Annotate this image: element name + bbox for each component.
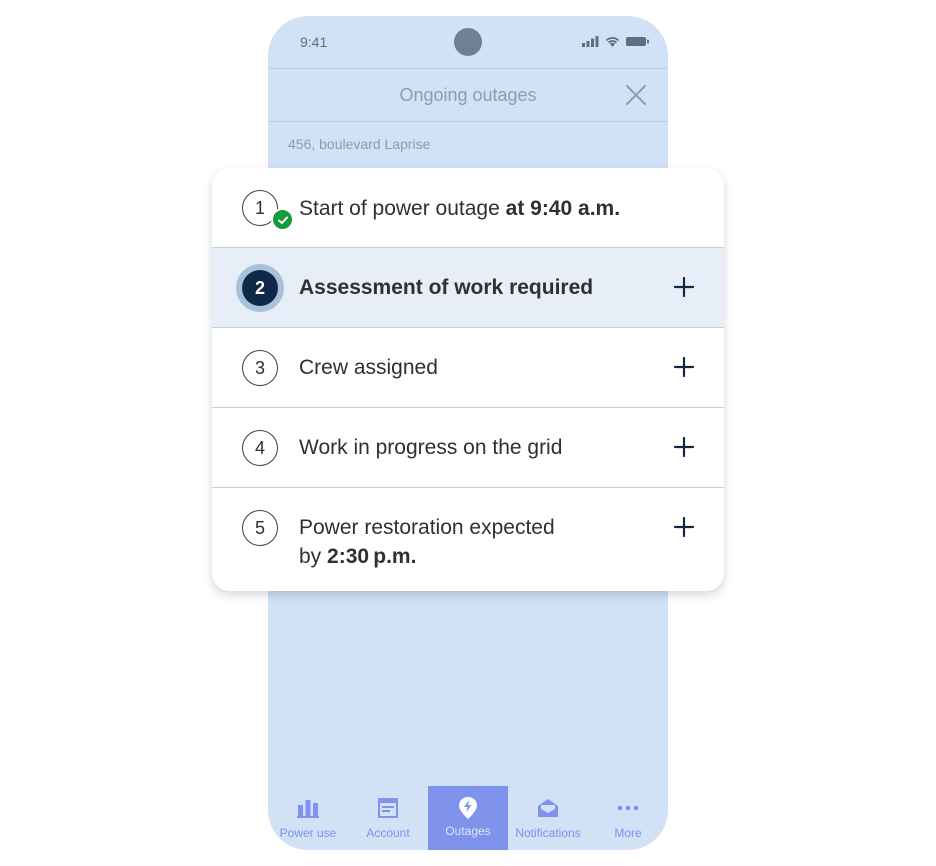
- step-label: Work in progress on the grid: [299, 436, 563, 459]
- envelope-icon: [538, 799, 558, 817]
- step-text-line2: by: [299, 545, 328, 568]
- tab-more[interactable]: More: [588, 786, 668, 850]
- step-power-restoration[interactable]: 5 Power restoration expected by 2:30 p.m…: [212, 488, 724, 591]
- step-text: Start of power outage: [299, 197, 506, 220]
- expand-plus-icon[interactable]: [674, 437, 694, 457]
- tab-label: Account: [366, 826, 410, 840]
- tab-power-use[interactable]: Power use: [268, 786, 348, 850]
- status-icons: [582, 36, 650, 47]
- signal-icon: [582, 36, 599, 47]
- battery-icon: [626, 37, 649, 46]
- status-time: 9:41: [300, 34, 328, 50]
- step-assessment[interactable]: 2 Assessment of work required: [212, 248, 724, 328]
- tab-label: Notifications: [515, 826, 581, 840]
- close-icon: [626, 85, 646, 105]
- bill-icon: [378, 798, 398, 818]
- step-number: 4: [242, 430, 278, 466]
- step-label: Crew assigned: [299, 356, 438, 379]
- step-label: Start of power outage at 9:40 a.m.: [299, 194, 620, 223]
- tab-outages[interactable]: Outages: [428, 786, 508, 850]
- tab-label: Outages: [445, 824, 491, 838]
- close-button[interactable]: [624, 83, 648, 107]
- tab-account[interactable]: Account: [348, 786, 428, 850]
- step-number: 3: [242, 350, 278, 386]
- outage-steps-card: 1 Start of power outage at 9:40 a.m. 2 A…: [212, 168, 724, 591]
- step-label: Assessment of work required: [299, 276, 594, 299]
- page-title: Ongoing outages: [399, 85, 537, 105]
- lightning-pin-icon: [459, 797, 477, 819]
- expand-plus-icon[interactable]: [674, 357, 694, 377]
- step-time: at 9:40 a.m.: [505, 197, 621, 220]
- bar-chart-icon: [297, 800, 319, 818]
- screen-header: Ongoing outages: [268, 68, 668, 122]
- completed-check-icon: [271, 208, 294, 231]
- step-label: Power restoration expected by 2:30 p.m.: [299, 513, 555, 571]
- tab-label: More: [614, 826, 642, 840]
- more-dots-icon: [617, 805, 639, 811]
- step-start-of-outage: 1 Start of power outage at 9:40 a.m.: [212, 168, 724, 248]
- step-time: 2:30 p.m.: [327, 545, 417, 568]
- wifi-icon: [605, 37, 620, 47]
- camera-notch: [454, 28, 482, 56]
- expand-plus-icon[interactable]: [674, 517, 694, 537]
- expand-plus-icon[interactable]: [674, 277, 694, 297]
- step-work-in-progress[interactable]: 4 Work in progress on the grid: [212, 408, 724, 488]
- step-crew-assigned[interactable]: 3 Crew assigned: [212, 328, 724, 408]
- address-text: 456, boulevard Laprise: [288, 136, 431, 152]
- tab-label: Power use: [279, 826, 337, 840]
- step-number: 5: [242, 510, 278, 546]
- bottom-tab-bar: Power use Account Outages Notifications …: [268, 786, 668, 850]
- step-text: Power restoration expected: [299, 516, 555, 539]
- step-number-current: 2: [242, 270, 278, 306]
- tab-notifications[interactable]: Notifications: [508, 786, 588, 850]
- status-bar: 9:41: [268, 16, 668, 68]
